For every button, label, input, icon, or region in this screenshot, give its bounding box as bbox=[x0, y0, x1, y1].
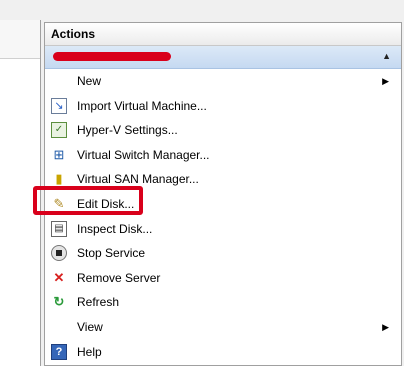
action-virtual-switch-manager[interactable]: ⊞ Virtual Switch Manager... bbox=[45, 143, 401, 168]
import-vm-icon: ↘ bbox=[51, 97, 67, 114]
refresh-icon: ↻ bbox=[53, 294, 65, 310]
action-remove-server[interactable]: ✕ Remove Server bbox=[45, 266, 401, 291]
action-hyperv-settings[interactable]: ✓ Hyper-V Settings... bbox=[45, 118, 401, 143]
actions-pane: Actions ▲ New ▶ ↘ Import Virtual Machine… bbox=[44, 22, 402, 366]
help-icon: ? bbox=[51, 343, 67, 360]
console-tree-header bbox=[0, 20, 40, 59]
redacted-server-name bbox=[53, 52, 171, 61]
action-label: Help bbox=[77, 344, 102, 359]
action-label: New bbox=[77, 74, 102, 88]
inspect-disk-icon: ▤ bbox=[51, 220, 67, 237]
action-label: Import Virtual Machine... bbox=[77, 98, 207, 113]
action-label: Inspect Disk... bbox=[77, 221, 153, 236]
remove-server-icon: ✕ bbox=[53, 269, 65, 285]
actions-title: Actions bbox=[45, 23, 401, 46]
action-view[interactable]: View ▶ bbox=[45, 315, 401, 340]
submenu-arrow-icon: ▶ bbox=[382, 76, 389, 86]
action-inspect-disk[interactable]: ▤ Inspect Disk... bbox=[45, 217, 401, 242]
submenu-arrow-icon: ▶ bbox=[382, 321, 389, 332]
action-label: Stop Service bbox=[77, 246, 146, 261]
action-label: Remove Server bbox=[77, 270, 161, 285]
stop-service-icon bbox=[51, 245, 67, 262]
action-label: Hyper-V Settings... bbox=[77, 123, 178, 138]
san-manager-icon: ▮ bbox=[55, 171, 63, 187]
edit-disk-icon: ✎ bbox=[53, 195, 65, 211]
action-help[interactable]: ? Help bbox=[45, 340, 401, 365]
console-tree-pane bbox=[0, 20, 41, 366]
action-virtual-san-manager[interactable]: ▮ Virtual SAN Manager... bbox=[45, 167, 401, 192]
action-label: Virtual SAN Manager... bbox=[77, 172, 199, 187]
server-section-header[interactable]: ▲ bbox=[45, 46, 401, 69]
action-import-virtual-machine[interactable]: ↘ Import Virtual Machine... bbox=[45, 94, 401, 119]
action-label: Virtual Switch Manager... bbox=[77, 147, 210, 162]
action-new[interactable]: New ▶ bbox=[45, 69, 401, 94]
switch-manager-icon: ⊞ bbox=[53, 146, 65, 162]
action-edit-disk[interactable]: ✎ Edit Disk... bbox=[45, 192, 401, 217]
action-label: Edit Disk... bbox=[77, 196, 135, 211]
action-refresh[interactable]: ↻ Refresh bbox=[45, 290, 401, 315]
action-stop-service[interactable]: Stop Service bbox=[45, 241, 401, 266]
action-label: Refresh bbox=[77, 295, 120, 310]
hyperv-settings-icon: ✓ bbox=[51, 122, 67, 139]
action-label: View bbox=[77, 319, 103, 334]
collapse-up-icon[interactable]: ▲ bbox=[382, 51, 391, 61]
